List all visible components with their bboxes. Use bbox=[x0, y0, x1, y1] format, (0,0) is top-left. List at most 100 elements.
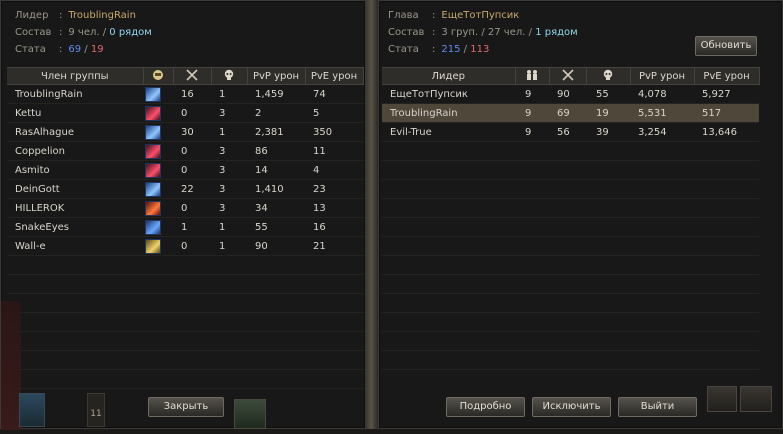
class-icon bbox=[145, 86, 161, 102]
member-deaths: 1 bbox=[211, 236, 247, 256]
skill-slot[interactable] bbox=[19, 393, 45, 427]
group-pve: 517 bbox=[694, 103, 759, 123]
member-row[interactable]: Asmito 0 3 14 4 bbox=[7, 160, 363, 180]
member-pve: 5 bbox=[305, 103, 363, 123]
member-class bbox=[143, 103, 173, 123]
group-kills: 90 bbox=[549, 84, 586, 104]
composition-label: Состав bbox=[15, 27, 52, 38]
group-kills: 56 bbox=[549, 122, 586, 142]
close-button[interactable]: Закрыть bbox=[148, 397, 224, 417]
class-icon bbox=[152, 69, 164, 84]
empty-row bbox=[7, 350, 363, 370]
member-pvp: 34 bbox=[247, 198, 305, 218]
member-row[interactable]: DeinGott 22 3 1,410 23 bbox=[7, 179, 363, 199]
col-pvp-damage[interactable]: PvP урон bbox=[247, 67, 306, 85]
col-leader[interactable]: Лидер bbox=[382, 67, 516, 85]
details-button[interactable]: Подробно bbox=[446, 397, 525, 417]
groups-count: 3 груп. bbox=[441, 27, 479, 38]
nearby-count: 0 рядом bbox=[109, 27, 152, 38]
member-row[interactable]: Wall-e 0 1 90 21 bbox=[7, 236, 363, 256]
member-name: Wall-e bbox=[7, 236, 143, 256]
empty-row bbox=[7, 331, 363, 351]
class-icon bbox=[145, 219, 161, 235]
panel-divider bbox=[366, 0, 378, 429]
col-deaths[interactable] bbox=[586, 67, 631, 85]
member-class bbox=[143, 160, 173, 180]
raid-info: Глава: ЕщеТотПупсик Состав:3 груп. / 27 ч… bbox=[388, 7, 578, 58]
member-kills: 22 bbox=[173, 179, 211, 199]
member-class bbox=[143, 84, 173, 104]
member-row[interactable]: Kettu 0 3 2 5 bbox=[7, 103, 363, 123]
col-class[interactable] bbox=[143, 67, 174, 85]
raid-panel: Глава: ЕщеТотПупсик Состав:3 груп. / 27 ч… bbox=[378, 0, 783, 429]
col-pve-damage[interactable]: PvE урон bbox=[305, 67, 364, 85]
refresh-button[interactable]: Обновить bbox=[695, 36, 757, 56]
member-pvp: 1,410 bbox=[247, 179, 305, 199]
member-name: Asmito bbox=[7, 160, 143, 180]
empty-row bbox=[7, 312, 363, 332]
member-row[interactable]: Coppelion 0 3 86 11 bbox=[7, 141, 363, 161]
stats-label: Стата bbox=[388, 44, 419, 55]
member-row[interactable]: RasAlhague 30 1 2,381 350 bbox=[7, 122, 363, 142]
col-pvp-damage[interactable]: PvP урон bbox=[630, 67, 695, 85]
chief-label: Глава bbox=[388, 10, 419, 21]
empty-row bbox=[382, 293, 759, 313]
col-members[interactable] bbox=[515, 67, 550, 85]
group-row[interactable]: ЕщеТотПупсик 9 90 55 4,078 5,927 bbox=[382, 84, 759, 104]
deaths-icon bbox=[602, 69, 614, 84]
member-kills: 0 bbox=[173, 198, 211, 218]
empty-row bbox=[7, 293, 363, 313]
leader-label: Лидер bbox=[15, 10, 49, 21]
group-panel: Лидер: TroublingRain Состав:9 чел. / 0 ря… bbox=[0, 0, 366, 430]
empty-row bbox=[382, 312, 759, 332]
member-class bbox=[143, 217, 173, 237]
group-deaths: 39 bbox=[586, 122, 630, 142]
col-member[interactable]: Член группы bbox=[7, 67, 144, 85]
member-pvp: 1,459 bbox=[247, 84, 305, 104]
member-pve: 74 bbox=[305, 84, 363, 104]
member-name: DeinGott bbox=[7, 179, 143, 199]
member-class bbox=[143, 179, 173, 199]
group-deaths: 19 bbox=[586, 103, 630, 123]
group-leader: ЕщеТотПупсик bbox=[382, 84, 515, 104]
empty-row bbox=[382, 141, 759, 161]
member-pve: 21 bbox=[305, 236, 363, 256]
member-row[interactable]: TroublingRain 16 1 1,459 74 bbox=[7, 84, 363, 104]
kick-button[interactable]: Исключить bbox=[532, 397, 611, 417]
composition-row: Состав:9 чел. / 0 рядом bbox=[15, 24, 152, 41]
class-icon bbox=[145, 124, 161, 140]
members-table: Член группы PvP урон PvE урон TroublingR… bbox=[7, 67, 364, 389]
empty-row bbox=[382, 198, 759, 218]
member-row[interactable]: SnakeEyes 1 1 55 16 bbox=[7, 217, 363, 237]
leave-button[interactable]: Выйти bbox=[618, 397, 697, 417]
side-decoration bbox=[1, 301, 21, 430]
group-row[interactable]: TroublingRain 9 69 19 5,531 517 bbox=[382, 103, 759, 123]
col-kills[interactable] bbox=[173, 67, 212, 85]
member-row[interactable]: HILLEROK 0 3 34 13 bbox=[7, 198, 363, 218]
group-pvp: 5,531 bbox=[630, 103, 694, 123]
nearby-count: 1 рядом bbox=[535, 27, 578, 38]
skill-slot[interactable] bbox=[234, 399, 266, 429]
scroll-icon[interactable] bbox=[707, 386, 737, 412]
member-deaths: 3 bbox=[211, 179, 247, 199]
settings-icon[interactable] bbox=[740, 386, 772, 412]
group-info: Лидер: TroublingRain Состав:9 чел. / 0 ря… bbox=[15, 7, 152, 58]
member-deaths: 1 bbox=[211, 122, 247, 142]
member-class bbox=[143, 198, 173, 218]
group-leader: TroublingRain bbox=[382, 103, 515, 123]
member-name: HILLEROK bbox=[7, 198, 143, 218]
empty-row bbox=[382, 255, 759, 275]
members-table-header: Член группы PvP урон PvE урон bbox=[7, 67, 364, 85]
member-deaths: 3 bbox=[211, 160, 247, 180]
member-deaths: 3 bbox=[211, 103, 247, 123]
empty-row bbox=[382, 274, 759, 294]
member-name: RasAlhague bbox=[7, 122, 143, 142]
col-deaths[interactable] bbox=[211, 67, 248, 85]
group-row[interactable]: Evil-True 9 56 39 3,254 13,646 bbox=[382, 122, 759, 142]
col-kills[interactable] bbox=[549, 67, 587, 85]
col-pve-damage[interactable]: PvE урон bbox=[694, 67, 760, 85]
member-pvp: 14 bbox=[247, 160, 305, 180]
group-pvp: 3,254 bbox=[630, 122, 694, 142]
bottom-count: 11 bbox=[87, 393, 105, 427]
stats-row: Стата:69 / 19 bbox=[15, 41, 152, 58]
